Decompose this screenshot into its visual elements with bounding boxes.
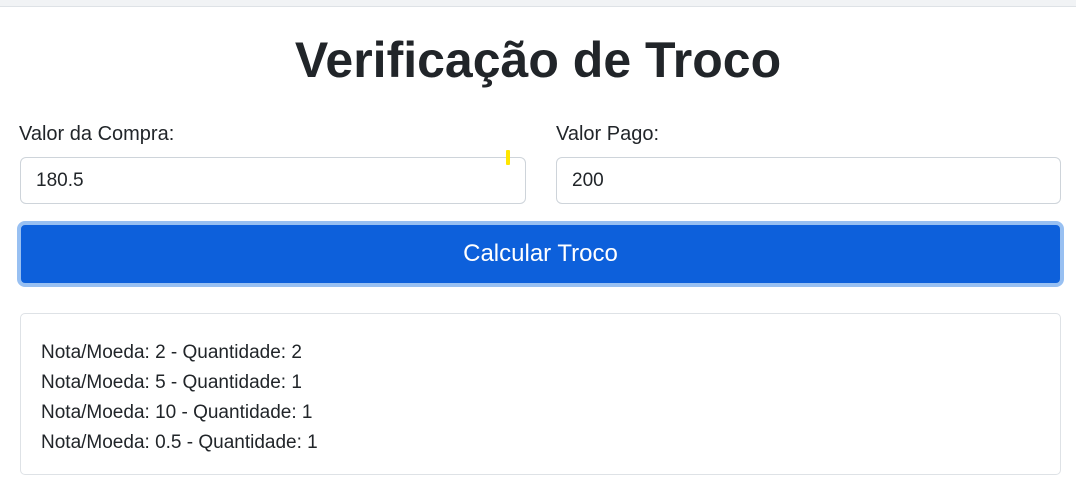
page-title: Verificação de Troco — [294, 32, 782, 88]
result-line: Nota/Moeda: 10 - Quantidade: 1 — [41, 402, 313, 423]
change-result-panel: Nota/Moeda: 2 - Quantidade: 2 Nota/Moeda… — [20, 313, 1061, 475]
result-line: Nota/Moeda: 0.5 - Quantidade: 1 — [41, 432, 318, 453]
browser-top-strip — [0, 0, 1076, 7]
paid-value-label: Valor Pago: — [556, 123, 660, 145]
purchase-value-label: Valor da Compra: — [19, 123, 175, 145]
result-line: Nota/Moeda: 5 - Quantidade: 1 — [41, 372, 302, 393]
paid-value-input[interactable] — [556, 157, 1061, 204]
result-line: Nota/Moeda: 2 - Quantidade: 2 — [41, 342, 302, 363]
purchase-value-input[interactable] — [20, 157, 526, 204]
mouse-cursor-marker — [506, 150, 510, 165]
calculate-change-button[interactable]: Calcular Troco — [17, 221, 1064, 287]
